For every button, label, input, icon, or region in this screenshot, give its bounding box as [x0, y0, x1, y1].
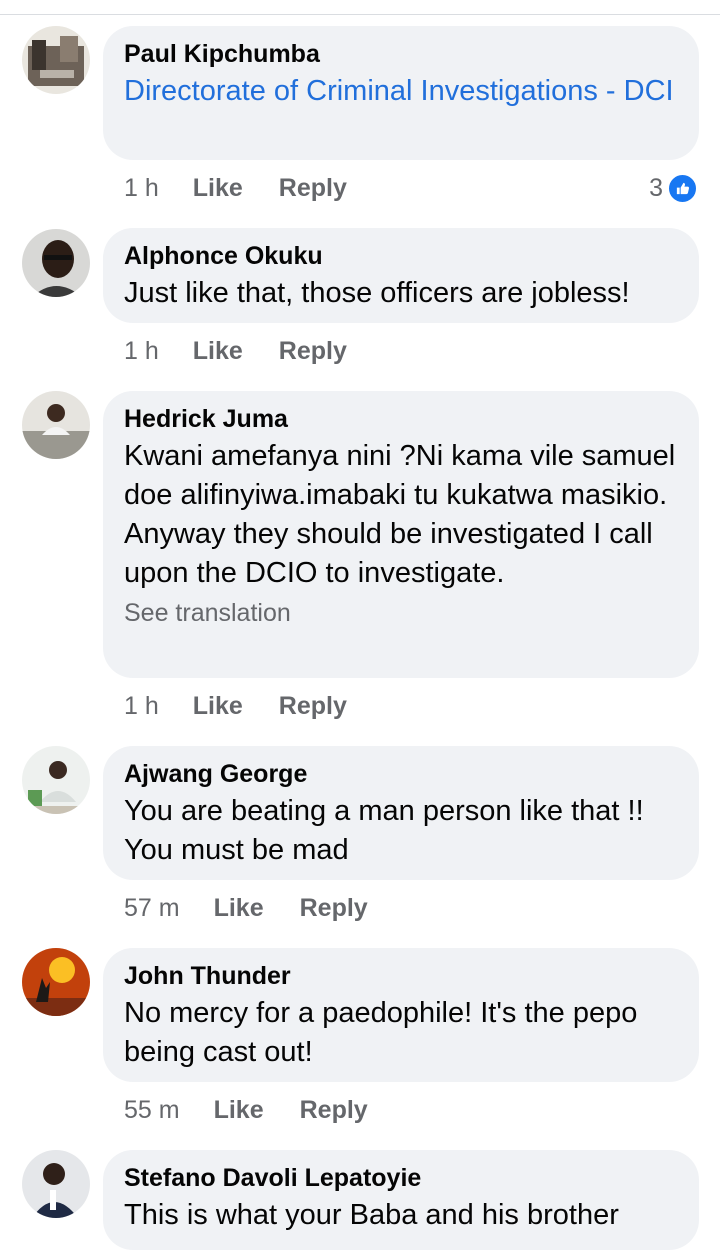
reaction-count-number: 3: [649, 174, 663, 202]
comment-bubble: Paul Kipchumba Directorate of Criminal I…: [103, 26, 699, 160]
comment-author[interactable]: John Thunder: [124, 960, 677, 992]
comment-author[interactable]: Paul Kipchumba: [124, 38, 677, 70]
comment-bubble: Stefano Davoli Lepatoyie This is what yo…: [103, 1150, 699, 1250]
comment-author[interactable]: Alphonce Okuku: [124, 240, 677, 272]
comment-timestamp[interactable]: 57 m: [124, 892, 180, 924]
comment-text: This is what your Baba and his brother: [124, 1199, 619, 1231]
see-translation-link[interactable]: See translation: [124, 597, 677, 629]
avatar[interactable]: [22, 229, 90, 297]
comment-bubble: Hedrick Juma Kwani amefanya nini ?Ni kam…: [103, 391, 699, 678]
comment-author[interactable]: Stefano Davoli Lepatoyie: [124, 1162, 677, 1194]
top-divider: [0, 14, 720, 15]
comment-actions: 1 h Like Reply: [124, 335, 347, 367]
reply-button[interactable]: Reply: [279, 335, 347, 367]
comment-text: Just like that, those officers are joble…: [124, 277, 630, 309]
comment-author[interactable]: Ajwang George: [124, 758, 677, 790]
reaction-count[interactable]: 3: [649, 172, 698, 204]
comment-actions: 55 m Like Reply: [124, 1094, 368, 1126]
comment-text: You are beating a man person like that !…: [124, 795, 644, 866]
comment-timestamp[interactable]: 1 h: [124, 690, 159, 722]
reply-button[interactable]: Reply: [279, 690, 347, 722]
like-button[interactable]: Like: [193, 690, 243, 722]
avatar[interactable]: [22, 26, 90, 94]
comment-actions: 57 m Like Reply: [124, 892, 368, 924]
comment-author[interactable]: Hedrick Juma: [124, 403, 677, 435]
reply-button[interactable]: Reply: [300, 1094, 368, 1126]
like-button[interactable]: Like: [214, 1094, 264, 1126]
like-button[interactable]: Like: [193, 335, 243, 367]
comment-bubble: John Thunder No mercy for a paedophile! …: [103, 948, 699, 1082]
comment-timestamp[interactable]: 1 h: [124, 335, 159, 367]
thumbs-up-icon: [667, 172, 698, 204]
comment-actions: 1 h Like Reply: [124, 690, 347, 722]
comment-bubble: Alphonce Okuku Just like that, those off…: [103, 228, 699, 323]
like-button[interactable]: Like: [214, 892, 264, 924]
comment-text: Kwani amefanya nini ?Ni kama vile samuel…: [124, 440, 676, 589]
reply-button[interactable]: Reply: [300, 892, 368, 924]
avatar[interactable]: [22, 948, 90, 1016]
comment-actions: 1 h Like Reply: [124, 172, 347, 204]
avatar[interactable]: [22, 746, 90, 814]
comment-bubble: Ajwang George You are beating a man pers…: [103, 746, 699, 880]
avatar[interactable]: [22, 391, 90, 459]
comment-text: No mercy for a paedophile! It's the pepo…: [124, 997, 638, 1068]
comment-timestamp[interactable]: 55 m: [124, 1094, 180, 1126]
like-button[interactable]: Like: [193, 172, 243, 204]
reply-button[interactable]: Reply: [279, 172, 347, 204]
comment-timestamp[interactable]: 1 h: [124, 172, 159, 204]
tagged-page-link[interactable]: Directorate of Criminal Investigations -…: [124, 72, 677, 111]
avatar[interactable]: [22, 1150, 90, 1218]
